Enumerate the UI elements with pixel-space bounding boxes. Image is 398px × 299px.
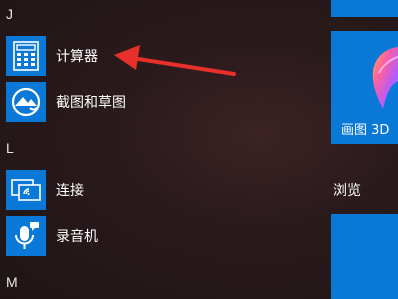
section-header-j[interactable]: J xyxy=(6,6,13,22)
app-item-voice-recorder[interactable]: 录音机 xyxy=(0,214,320,258)
paint3d-icon xyxy=(372,47,398,109)
microphone-icon xyxy=(6,216,46,256)
connect-icon xyxy=(6,170,46,210)
app-item-snip-sketch[interactable]: 截图和草图 xyxy=(0,80,320,124)
app-label-connect: 连接 xyxy=(56,183,84,199)
tile-label-browse: 浏览 xyxy=(333,183,361,199)
app-item-connect[interactable]: 连接 xyxy=(0,168,320,212)
tile-paint3d[interactable]: 画图 3D xyxy=(331,31,398,144)
tile-browse[interactable]: 浏览 xyxy=(331,162,398,200)
app-label-calculator: 计算器 xyxy=(56,49,98,65)
app-label-snip-sketch: 截图和草图 xyxy=(56,95,126,111)
app-label-voice-recorder: 录音机 xyxy=(56,229,98,245)
tile-label-paint3d: 画图 3D xyxy=(341,123,390,138)
tile-top[interactable] xyxy=(331,0,398,17)
calculator-icon xyxy=(6,36,46,76)
section-header-l[interactable]: L xyxy=(6,140,14,156)
app-item-calculator[interactable]: 计算器 xyxy=(0,34,320,78)
tile-bottom[interactable] xyxy=(331,214,398,299)
snip-sketch-icon xyxy=(6,82,46,122)
section-header-m[interactable]: M xyxy=(6,274,18,290)
